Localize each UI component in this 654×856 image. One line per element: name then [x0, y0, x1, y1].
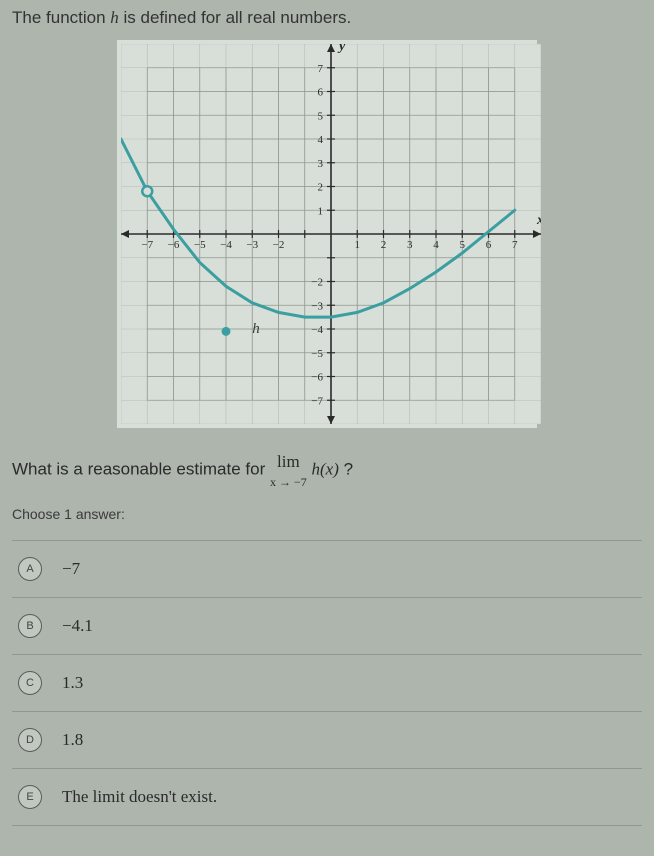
svg-text:1: 1 — [355, 239, 361, 251]
choose-label: Choose 1 answer: — [12, 506, 642, 522]
choice-text: −7 — [62, 559, 80, 579]
question-line: What is a reasonable estimate for lim x … — [12, 448, 642, 492]
svg-text:−6: −6 — [311, 372, 323, 384]
choice-letter: E — [18, 785, 42, 809]
answer-option-c[interactable]: C 1.3 — [12, 654, 642, 711]
choice-text: −4.1 — [62, 616, 93, 636]
answer-option-d[interactable]: D 1.8 — [12, 711, 642, 768]
svg-text:1: 1 — [318, 205, 324, 217]
svg-text:h: h — [252, 321, 260, 337]
choice-letter: D — [18, 728, 42, 752]
answer-option-b[interactable]: B −4.1 — [12, 597, 642, 654]
svg-text:6: 6 — [318, 87, 324, 99]
svg-text:y: y — [337, 44, 346, 54]
prompt-suffix: is defined for all real numbers. — [119, 8, 351, 27]
svg-text:−3: −3 — [246, 239, 258, 251]
choice-letter: A — [18, 557, 42, 581]
lim-label: lim — [277, 452, 300, 471]
svg-text:5: 5 — [318, 110, 324, 122]
question-prefix: What is a reasonable estimate for — [12, 460, 270, 479]
function-graph: −7−6−5−4−3−21234567−7−6−5−4−3−21234567yx… — [121, 44, 541, 424]
svg-text:6: 6 — [486, 239, 492, 251]
answer-list: A −7 B −4.1 C 1.3 D 1.8 E The limit does… — [12, 540, 642, 826]
svg-text:−7: −7 — [141, 239, 153, 251]
svg-text:4: 4 — [433, 239, 439, 251]
answer-option-e[interactable]: E The limit doesn't exist. — [12, 768, 642, 826]
prompt-line: The function h is defined for all real n… — [12, 8, 642, 28]
svg-text:2: 2 — [381, 239, 387, 251]
svg-text:3: 3 — [407, 239, 413, 251]
svg-text:−4: −4 — [311, 324, 323, 336]
hx-label: h(x) — [311, 460, 338, 479]
svg-text:−6: −6 — [168, 239, 180, 251]
svg-text:−5: −5 — [194, 239, 206, 251]
choice-letter: C — [18, 671, 42, 695]
choice-text: The limit doesn't exist. — [62, 787, 217, 807]
function-name: h — [110, 8, 119, 27]
svg-text:7: 7 — [318, 63, 324, 75]
svg-text:−2: −2 — [311, 277, 323, 289]
chart-container: −7−6−5−4−3−21234567−7−6−5−4−3−21234567yx… — [117, 40, 537, 428]
svg-text:−5: −5 — [311, 348, 323, 360]
svg-text:3: 3 — [318, 158, 324, 170]
svg-text:4: 4 — [318, 134, 324, 146]
svg-text:2: 2 — [318, 182, 324, 194]
svg-text:−3: −3 — [311, 300, 323, 312]
svg-text:7: 7 — [512, 239, 518, 251]
svg-text:−7: −7 — [311, 395, 323, 407]
lim-sub: x → −7 — [270, 473, 307, 492]
limit-notation: lim x → −7 — [270, 448, 307, 492]
choice-text: 1.8 — [62, 730, 83, 750]
svg-text:−2: −2 — [273, 239, 285, 251]
question-qmark: ? — [339, 460, 353, 479]
svg-text:−4: −4 — [220, 239, 232, 251]
svg-text:x: x — [536, 213, 541, 228]
choice-text: 1.3 — [62, 673, 83, 693]
answer-option-a[interactable]: A −7 — [12, 540, 642, 597]
prompt-prefix: The function — [12, 8, 110, 27]
choice-letter: B — [18, 614, 42, 638]
